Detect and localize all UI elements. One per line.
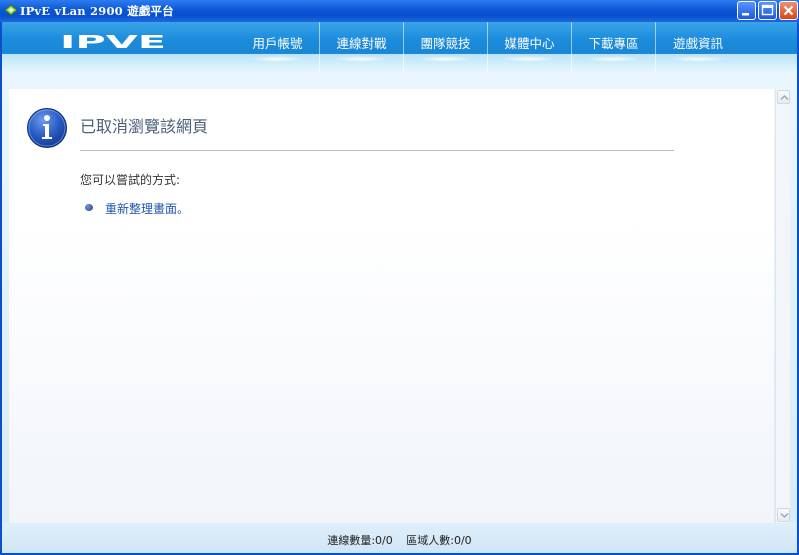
nav-item-media-center[interactable]: 媒體中心: [488, 22, 572, 72]
info-icon: [27, 108, 67, 148]
nav-item-game-info[interactable]: 遊戲資訊: [656, 22, 740, 72]
window-border-left: [0, 22, 2, 555]
nav-item-online-battle[interactable]: 連線對戰: [320, 22, 404, 72]
status-text: 連線數量:0/0 區域人數:0/0: [0, 532, 799, 548]
nav-item-account[interactable]: 用戶帳號: [236, 22, 320, 72]
nav-item-label: 遊戲資訊: [672, 36, 723, 51]
nav-item-label: 下載專區: [588, 36, 639, 51]
vertical-scrollbar[interactable]: [775, 89, 790, 523]
nav-item-team-competition[interactable]: 團隊競技: [404, 22, 488, 72]
chevron-down-icon: [780, 513, 789, 518]
maximize-button[interactable]: [758, 1, 777, 20]
nav-item-downloads[interactable]: 下載專區: [572, 22, 656, 72]
minimize-icon: [742, 13, 749, 16]
chevron-up-icon: [780, 95, 789, 100]
bullet-icon: [85, 204, 93, 211]
area-users-count: 區域人數:0/0: [406, 534, 472, 547]
page-title: 已取消瀏覽該網頁: [80, 117, 209, 136]
hint-text: 您可以嘗試的方式:: [80, 173, 181, 187]
app-icon: [4, 4, 18, 16]
close-button[interactable]: [779, 1, 798, 20]
nav-item-label: 團隊競技: [420, 36, 471, 51]
logo-text: IPVE: [60, 33, 166, 51]
title-divider: [80, 150, 674, 151]
scroll-down-button[interactable]: [777, 508, 790, 522]
nav-item-label: 用戶帳號: [252, 36, 303, 51]
main-nav: 用戶帳號 連線對戰 團隊競技 媒體中心 下載專區 遊戲資訊: [236, 22, 740, 72]
scroll-up-button[interactable]: [777, 90, 790, 104]
app-window: IPvE vLan 2900 遊戲平台 IPVE 用戶帳號 連線對戰 團隊競技 …: [0, 0, 799, 555]
connections-count: 連線數量:0/0: [327, 534, 393, 547]
ipve-logo: IPVE: [60, 33, 166, 51]
nav-item-label: 媒體中心: [504, 36, 555, 51]
close-icon: [783, 5, 794, 16]
status-bar: 連線數量:0/0 區域人數:0/0: [0, 523, 799, 555]
title-bar[interactable]: IPvE vLan 2900 遊戲平台: [0, 0, 799, 22]
minimize-button[interactable]: [737, 1, 756, 20]
maximize-icon: [761, 4, 774, 16]
content-pane: [9, 89, 774, 523]
nav-item-label: 連線對戰: [336, 36, 387, 51]
refresh-link[interactable]: 重新整理畫面。: [105, 200, 189, 217]
window-title: IPvE vLan 2900 遊戲平台: [20, 4, 174, 18]
